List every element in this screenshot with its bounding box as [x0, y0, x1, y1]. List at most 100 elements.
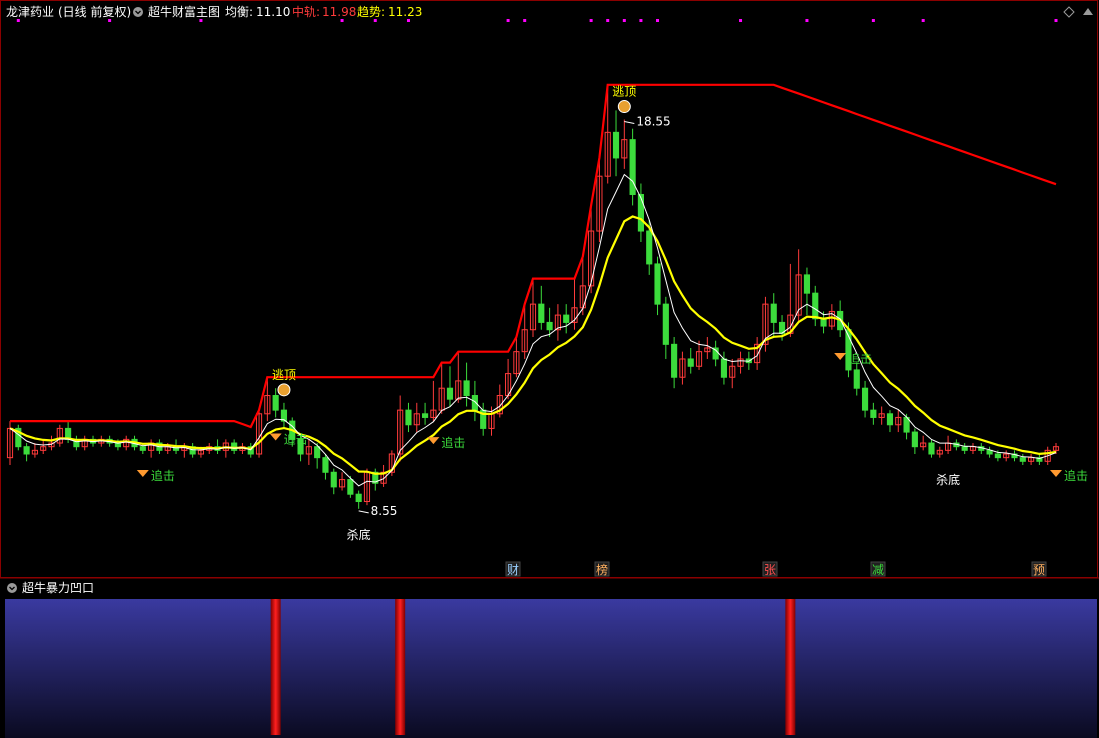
signal-dot: [871, 19, 875, 22]
candle-body: [770, 303, 777, 323]
candle-body: [654, 263, 661, 305]
balance-label: 均衡:: [225, 5, 253, 19]
signal-dot: [921, 19, 925, 22]
diamond-icon: [427, 437, 440, 445]
signal-dot: [199, 19, 203, 22]
candle-body: [820, 318, 827, 327]
money-bag-icon: [617, 100, 631, 114]
indicator-name: 超牛财富主图: [148, 4, 220, 19]
notch-signal-bar: [395, 599, 406, 735]
chart-annotation: 追击: [151, 468, 175, 483]
candle-body: [563, 314, 570, 323]
candle-body: [231, 442, 238, 451]
signal-dot: [805, 19, 809, 22]
candle-body: [886, 413, 894, 426]
candle-body: [314, 446, 321, 459]
candle-body: [928, 442, 935, 455]
signal-dot: [373, 19, 377, 22]
chart-annotation: 杀底: [347, 527, 371, 542]
signal-dot: [406, 19, 410, 22]
chevron-down-icon[interactable]: [7, 583, 17, 593]
signal-dot: [656, 19, 660, 22]
candle-body: [629, 139, 636, 195]
candle-body: [803, 274, 811, 294]
bottom-marker-label: 预: [1033, 563, 1045, 577]
candle-body: [272, 395, 279, 411]
diamond-icon: [1050, 470, 1062, 477]
candle-body: [405, 409, 412, 426]
candle-body: [23, 446, 30, 455]
candle-body: [961, 446, 968, 451]
candle-body: [322, 457, 329, 473]
candle-body: [662, 303, 669, 345]
triangle-up-icon[interactable]: [1083, 8, 1093, 15]
candle-body: [355, 493, 362, 503]
trend-value: 11.23: [388, 5, 422, 19]
candle-body: [1019, 457, 1026, 462]
mid-value: 11.98: [322, 5, 356, 19]
signal-dot: [1054, 19, 1058, 22]
chevron-down-icon[interactable]: [133, 7, 143, 17]
diamond-icon: [269, 433, 282, 441]
candle-body: [646, 230, 653, 265]
candle-body: [612, 131, 620, 159]
sub-panel: 超牛暴力凹口: [5, 580, 1097, 738]
diamond-icon[interactable]: [1063, 6, 1075, 18]
signal-dot: [523, 19, 527, 22]
candle-body: [446, 387, 454, 400]
stock-name: 龙津药业: [6, 5, 54, 19]
bottom-marker-label: 张: [764, 563, 776, 577]
diamond-icon: [136, 470, 149, 477]
candle-body: [671, 343, 678, 378]
chart-annotation: 杀底: [936, 472, 960, 487]
chart-annotation: 追击: [441, 435, 465, 450]
mid-label: 中轨:: [292, 4, 320, 19]
candle-body: [422, 413, 429, 418]
money-bag-icon: [277, 383, 291, 397]
main-panel-frame: [0, 0, 1098, 578]
signal-dot: [622, 19, 626, 22]
candle-body: [986, 449, 993, 455]
signal-dot: [606, 19, 610, 22]
chart-annotation: 追击: [848, 351, 872, 366]
signal-dot: [340, 19, 344, 22]
candle-body: [637, 193, 644, 232]
candle-body: [720, 358, 728, 378]
annotations-layer: 逃顶逃顶追击追击 追击追击追击杀底杀底18.558.55: [136, 85, 1088, 542]
candle-body: [861, 387, 869, 411]
candle-body: [463, 380, 470, 397]
chart-annotation: 追击: [284, 431, 308, 446]
price-pointer: [624, 121, 635, 125]
candle-body: [911, 431, 918, 448]
chart-canvas: 龙津药业 (日线 前复权) 超牛财富主图 均衡: 11.10 中轨: 11.98…: [0, 0, 1099, 738]
candle-body: [853, 369, 860, 389]
candle-body: [546, 321, 553, 331]
price-pointer: [358, 510, 369, 514]
signal-dot: [16, 19, 20, 22]
candle-body: [538, 303, 545, 323]
candle-body: [687, 358, 694, 367]
notch-signal-bar: [785, 599, 796, 735]
signal-dot: [639, 19, 643, 22]
bottom-marker-label: 榜: [596, 562, 608, 577]
bottom-marker-label: 减: [872, 563, 884, 577]
candle-body: [139, 446, 146, 451]
chart-annotation: 逃顶: [612, 85, 636, 99]
signal-dot: [108, 19, 112, 22]
main-header: 龙津药业 (日线 前复权) 超牛财富主图 均衡: 11.10 中轨: 11.98…: [6, 4, 422, 19]
signal-dots: [16, 19, 1058, 22]
chart-annotation: 18.55: [636, 115, 670, 129]
chart-annotation: 逃顶: [272, 368, 296, 382]
sub-panel-background: [5, 599, 1097, 738]
diamond-icon: [834, 353, 847, 361]
sub-panel-title: 超牛暴力凹口: [22, 580, 94, 595]
notch-signal-bar: [270, 599, 281, 735]
candle-body: [347, 479, 354, 495]
signal-dot: [589, 19, 593, 22]
period-info: (日线 前复权): [58, 4, 131, 19]
candle-body: [994, 453, 1001, 459]
candle-body: [330, 471, 337, 488]
mid-line: [10, 83, 1057, 429]
bottom-marker-label: 财: [507, 563, 519, 577]
trend-label: 趋势:: [357, 5, 385, 19]
